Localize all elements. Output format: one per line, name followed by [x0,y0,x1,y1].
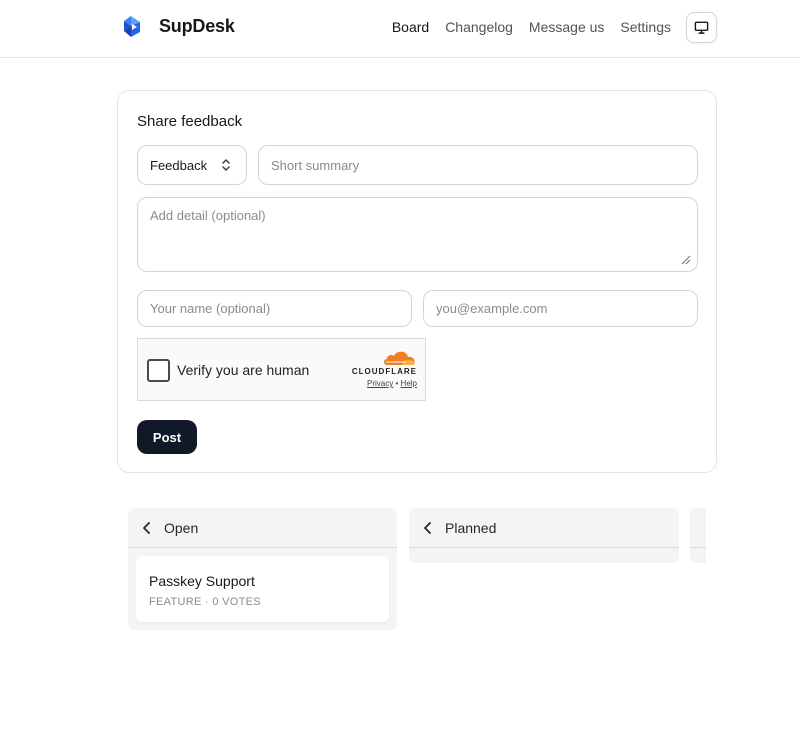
column-header: Open [128,508,397,548]
detail-textarea[interactable] [137,197,698,272]
supdesk-logo-icon[interactable] [120,15,144,39]
post-button[interactable]: Post [137,420,197,454]
captcha-link-separator: • [395,379,399,388]
nav-settings[interactable]: Settings [620,19,671,35]
nav-changelog[interactable]: Changelog [445,19,513,35]
captcha-checkbox[interactable] [147,359,170,382]
column-title: Open [164,519,199,536]
brand-name[interactable]: SupDesk [159,16,235,37]
board-card-title: Passkey Support [149,573,255,589]
feedback-card: Share feedback Feedback Verify you are h… [117,90,717,473]
feedback-type-value: Feedback [150,157,208,173]
main-nav: Board Changelog Message us Settings [392,19,671,35]
card-title: Share feedback [137,113,243,130]
board-column-planned: Planned [409,508,679,563]
cloudflare-wordmark: CLOUDFLARE [351,367,417,376]
monitor-icon [694,21,709,34]
board-card-votes: 0 VOTES [212,596,261,608]
board-card-meta: FEATURE · 0 VOTES [149,596,261,608]
column-header [690,508,706,548]
resize-grip-icon[interactable] [681,255,691,265]
board-card-separator: · [204,596,209,608]
captcha-privacy-link[interactable]: Privacy [367,379,393,388]
chevron-left-icon[interactable] [142,521,152,534]
column-title: Planned [445,519,497,536]
board-column-open: Open Passkey Support FEATURE · 0 VOTES [128,508,397,630]
captcha-links: Privacy • Help [367,379,417,388]
top-header: SupDesk Board Changelog Message us Setti… [0,0,800,58]
theme-toggle-button[interactable] [686,12,717,43]
board-card-type: FEATURE [149,596,202,608]
column-header: Planned [409,508,679,548]
email-input[interactable] [423,290,698,327]
captcha-label: Verify you are human [177,362,310,378]
nav-board[interactable]: Board [392,19,429,35]
nav-message-us[interactable]: Message us [529,19,604,35]
board-column-partial [690,508,706,563]
chevron-up-down-icon [222,159,230,171]
captcha-widget: Verify you are human CLOUDFLARE Privacy … [137,338,426,401]
chevron-left-icon[interactable] [423,521,433,534]
name-input[interactable] [137,290,412,327]
feedback-type-select[interactable]: Feedback [137,145,247,185]
summary-input[interactable] [258,145,698,185]
captcha-help-link[interactable]: Help [401,379,417,388]
board-card[interactable]: Passkey Support FEATURE · 0 VOTES [136,556,389,622]
cloudflare-cloud-icon [384,351,415,365]
